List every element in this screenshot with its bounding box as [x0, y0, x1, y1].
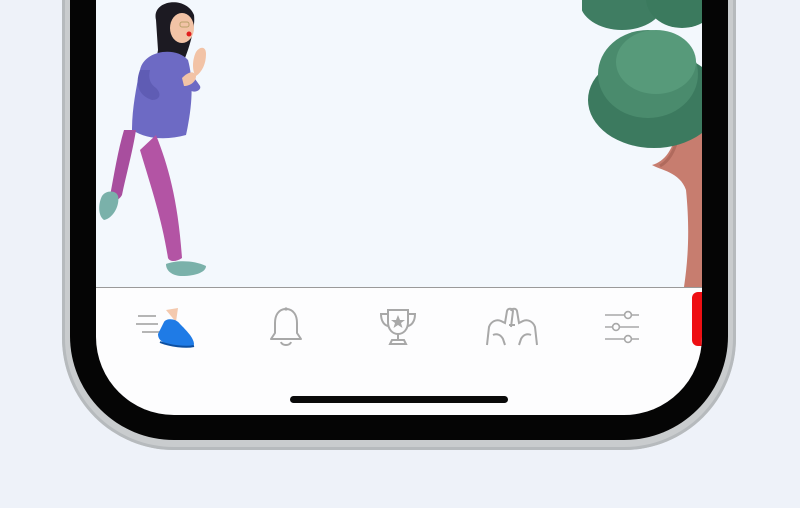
- bell-icon: [270, 307, 302, 346]
- running-shoe-icon: [136, 308, 195, 348]
- trophy-star-icon: [379, 309, 417, 345]
- tab-settings[interactable]: [592, 302, 652, 352]
- tab-run[interactable]: [136, 302, 196, 352]
- pinky-promise-hands-icon: [486, 307, 538, 346]
- tree-illustration: [582, 0, 702, 287]
- bottom-tab-bar: [96, 288, 702, 368]
- tab-notifications[interactable]: [256, 302, 316, 352]
- hero-illustration: [96, 0, 702, 288]
- home-indicator[interactable]: [290, 396, 508, 403]
- tab-community[interactable]: [482, 302, 542, 352]
- side-tab-badge[interactable]: [692, 292, 702, 346]
- phone-screen: [96, 0, 702, 415]
- sliders-icon: [605, 310, 639, 344]
- tab-achievements[interactable]: [368, 302, 428, 352]
- running-woman-illustration: [99, 2, 206, 276]
